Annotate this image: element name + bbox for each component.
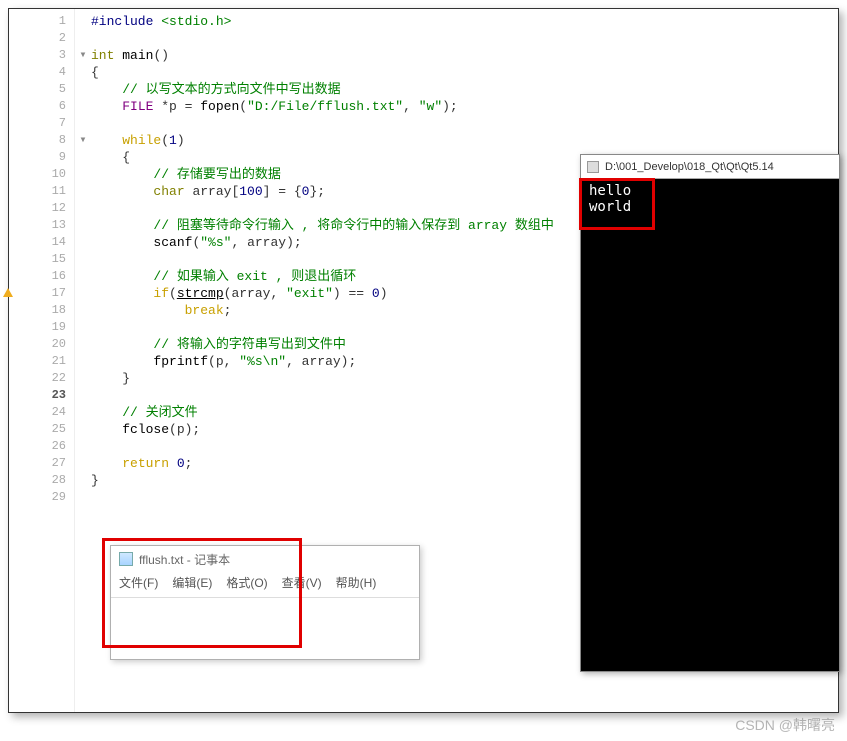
fold-marker (75, 200, 91, 217)
line-number: 24 (9, 404, 66, 421)
console-icon (587, 161, 599, 173)
line-number: 1 (9, 13, 66, 30)
fold-marker (75, 234, 91, 251)
console-window[interactable]: D:\001_Develop\018_Qt\Qt\Qt5.14 hello wo… (580, 154, 840, 672)
fold-marker[interactable]: ▾ (75, 47, 91, 64)
fold-marker (75, 64, 91, 81)
fold-marker (75, 353, 91, 370)
line-number: 21 (9, 353, 66, 370)
line-number: 12 (9, 200, 66, 217)
fold-marker (75, 30, 91, 47)
line-number: 8 (9, 132, 66, 149)
fold-marker (75, 183, 91, 200)
code-line[interactable]: while(1) (91, 132, 838, 149)
fold-marker (75, 268, 91, 285)
line-number: 16 (9, 268, 66, 285)
line-number: 13 (9, 217, 66, 234)
line-number: 11 (9, 183, 66, 200)
line-number: 20 (9, 336, 66, 353)
line-number: 27 (9, 455, 66, 472)
line-number: 7 (9, 115, 66, 132)
line-number: 28 (9, 472, 66, 489)
fold-marker (75, 387, 91, 404)
line-number: 5 (9, 81, 66, 98)
line-number: 18 (9, 302, 66, 319)
line-number: 22 (9, 370, 66, 387)
line-number: 3 (9, 47, 66, 64)
line-number: 19 (9, 319, 66, 336)
fold-marker (75, 455, 91, 472)
line-number: 10 (9, 166, 66, 183)
fold-marker (75, 13, 91, 30)
line-number: 9 (9, 149, 66, 166)
line-number-gutter: 1234567891011121314151617181920212223242… (9, 9, 75, 712)
line-number: 4 (9, 64, 66, 81)
code-line[interactable]: { (91, 64, 838, 81)
fold-marker (75, 251, 91, 268)
line-number: 25 (9, 421, 66, 438)
fold-marker (75, 489, 91, 506)
highlight-box-notepad (102, 538, 302, 648)
line-number: 15 (9, 251, 66, 268)
console-titlebar[interactable]: D:\001_Develop\018_Qt\Qt\Qt5.14 (581, 155, 839, 179)
line-number: 29 (9, 489, 66, 506)
fold-marker (75, 81, 91, 98)
fold-marker[interactable]: ▾ (75, 132, 91, 149)
fold-marker (75, 472, 91, 489)
fold-column[interactable]: ▾▾ (75, 9, 91, 712)
line-number: 2 (9, 30, 66, 47)
code-line[interactable] (91, 30, 838, 47)
fold-marker (75, 285, 91, 302)
fold-marker (75, 149, 91, 166)
line-number: 26 (9, 438, 66, 455)
highlight-box-console (579, 178, 655, 230)
code-line[interactable]: int main() (91, 47, 838, 64)
line-number: 17 (9, 285, 66, 302)
fold-marker (75, 404, 91, 421)
fold-marker (75, 217, 91, 234)
watermark: CSDN @韩曙亮 (735, 715, 835, 735)
fold-marker (75, 166, 91, 183)
fold-marker (75, 336, 91, 353)
line-number: 23 (9, 387, 66, 404)
code-line[interactable] (91, 115, 838, 132)
line-number: 14 (9, 234, 66, 251)
fold-marker (75, 421, 91, 438)
fold-marker (75, 98, 91, 115)
code-line[interactable]: #include <stdio.h> (91, 13, 838, 30)
notepad-menu-item[interactable]: 帮助(H) (336, 574, 377, 591)
line-number: 6 (9, 98, 66, 115)
fold-marker (75, 319, 91, 336)
fold-marker (75, 302, 91, 319)
fold-marker (75, 115, 91, 132)
code-line[interactable]: // 以写文本的方式向文件中写出数据 (91, 81, 838, 98)
code-line[interactable]: FILE *p = fopen("D:/File/fflush.txt", "w… (91, 98, 838, 115)
fold-marker (75, 370, 91, 387)
console-title-text: D:\001_Develop\018_Qt\Qt\Qt5.14 (605, 161, 774, 173)
fold-marker (75, 438, 91, 455)
